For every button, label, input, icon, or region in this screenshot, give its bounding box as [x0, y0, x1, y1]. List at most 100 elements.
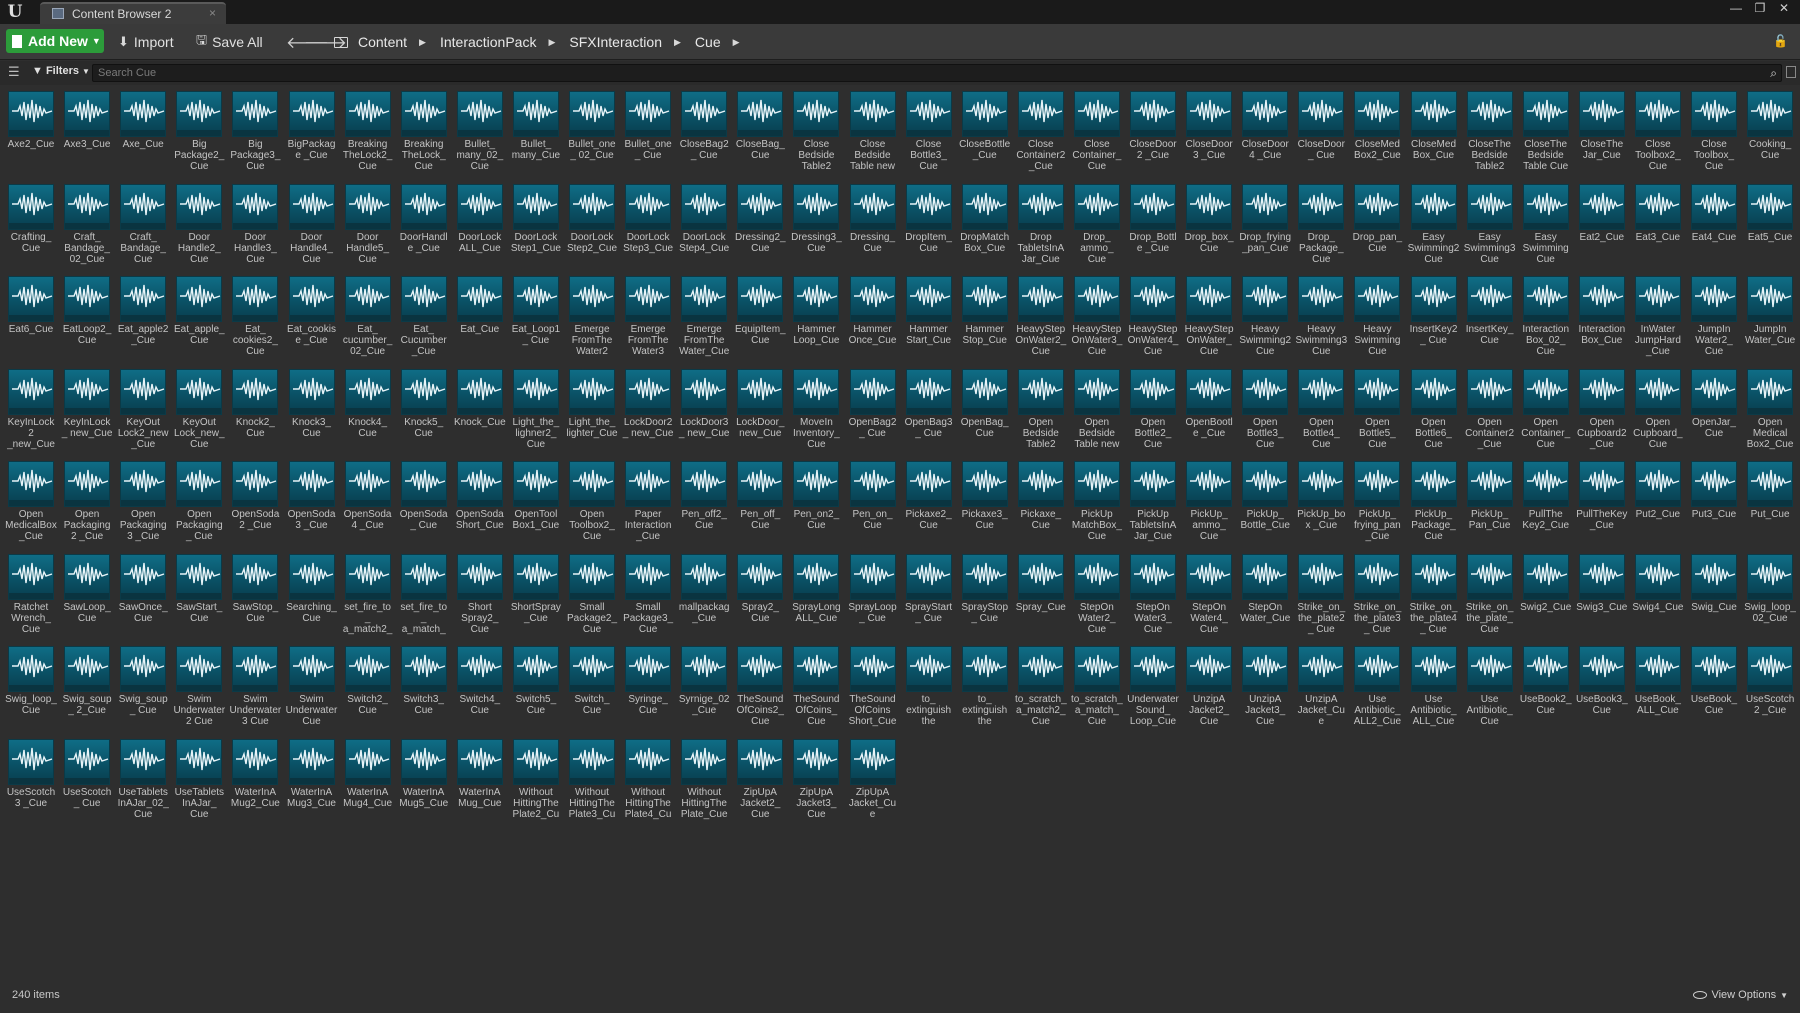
asset-tile[interactable]: PickUp MatchBox_ Cue [1072, 461, 1122, 543]
asset-tile[interactable]: WaterInA Mug2_Cue [230, 738, 280, 821]
asset-tile[interactable]: StepOn Water4_ Cue [1184, 553, 1234, 636]
asset-tile[interactable]: Bullet_one_ 02_Cue [567, 91, 617, 173]
asset-tile[interactable]: Heavy Swimming Cue [1352, 276, 1402, 358]
asset-tile[interactable]: ZipUpA Jacket2_ Cue [735, 738, 785, 821]
minimize-button[interactable]: — [1726, 0, 1746, 16]
chevron-right-icon[interactable]: ▶ [419, 37, 426, 48]
asset-tile[interactable]: WaterInA Mug5_Cue [399, 738, 449, 821]
asset-tile[interactable]: Pen_off_ Cue [735, 461, 785, 543]
asset-tile[interactable]: Light_the_ lighter_Cue [566, 368, 618, 451]
asset-tile[interactable]: Knock3_ Cue [287, 368, 337, 451]
asset-tile[interactable]: WaterInA Mug3_Cue [287, 738, 337, 821]
asset-tile[interactable]: Drop_frying _pan_Cue [1239, 183, 1291, 266]
asset-tile[interactable]: DoorHandle _Cue [399, 183, 449, 266]
asset-tile[interactable]: TheSound OfCoins Short_Cue [848, 646, 898, 728]
asset-tile[interactable]: Pen_on2_ Cue [791, 461, 841, 543]
asset-tile[interactable]: Eat_apple_ Cue [174, 276, 225, 358]
import-button[interactable]: ⬇ Import [118, 32, 174, 52]
asset-tile[interactable]: CloseMed Box2_Cue [1352, 91, 1402, 173]
asset-tile[interactable]: HeavyStep OnWater2_ Cue [1015, 276, 1066, 358]
asset-tile[interactable]: Easy Swimming3 Cue [1464, 183, 1515, 266]
asset-tile[interactable]: WaterInA Mug_Cue [455, 738, 505, 821]
asset-tile[interactable]: Hammer Loop_Cue [791, 276, 841, 358]
asset-tile[interactable]: DoorLock Step4_Cue [679, 183, 729, 266]
asset-tile[interactable]: Pickaxe2_ Cue [904, 461, 954, 543]
asset-tile[interactable]: Switch4_ Cue [455, 646, 505, 728]
search-input[interactable]: Search Cue ⌕ [92, 64, 1782, 82]
asset-tile[interactable]: Interaction Box_02_ Cue [1521, 276, 1571, 358]
asset-tile[interactable]: Close Container2 _Cue [1016, 91, 1066, 173]
asset-tile[interactable]: InsertKey2_ Cue [1409, 276, 1459, 358]
asset-tile[interactable]: StepOn Water_Cue [1240, 553, 1290, 636]
asset-tile[interactable]: Eat5_Cue [1745, 183, 1795, 266]
asset-tile[interactable]: Small Package2_ Cue [567, 553, 617, 636]
asset-tile[interactable]: Emerge FromThe Water2 [567, 276, 617, 358]
asset-tile[interactable]: PickUp_ Pan_Cue [1465, 461, 1515, 543]
asset-tile[interactable]: KeyInLock_ new_Cue [62, 368, 112, 451]
asset-tile[interactable]: DoorLock Step2_Cue [567, 183, 617, 266]
asset-tile[interactable]: Swig_loop_ Cue [5, 646, 57, 728]
asset-tile[interactable]: SprayLoop_ Cue [848, 553, 898, 636]
asset-tile[interactable]: UseBook3_ Cue [1576, 646, 1628, 728]
asset-tile[interactable]: CloseMed Box_Cue [1409, 91, 1459, 173]
asset-tile[interactable]: LockDoor2_ new_Cue [623, 368, 673, 451]
close-window-button[interactable]: ✕ [1774, 0, 1794, 16]
asset-tile[interactable]: Searching_ Cue [286, 553, 337, 636]
asset-tile[interactable]: CloseDoor2 _Cue [1128, 91, 1178, 173]
folder-icon[interactable] [334, 36, 348, 48]
chevron-right-icon[interactable]: ▶ [674, 37, 681, 48]
asset-tile[interactable]: Drop_Bottle _Cue [1128, 183, 1178, 266]
asset-tile[interactable]: PickUp_box _Cue [1296, 461, 1346, 543]
asset-tile[interactable]: Pen_on_ Cue [848, 461, 898, 543]
asset-tile[interactable]: OpenSoda Short_Cue [455, 461, 505, 543]
asset-tile[interactable]: Open Bottle4_ Cue [1296, 368, 1346, 451]
asset-tile[interactable]: Open Bottle6_ Cue [1409, 368, 1459, 451]
asset-tile[interactable]: TheSound OfCoins2_ Cue [735, 646, 785, 728]
asset-tile[interactable]: Open Packaging_ Cue [174, 461, 224, 543]
asset-tile[interactable]: PickUp TabletsInA Jar_Cue [1128, 461, 1178, 543]
add-new-button[interactable]: Add New ▼ [6, 29, 104, 53]
asset-tile[interactable]: Without HittingThe Plate2_Cue [511, 738, 561, 821]
asset-tile[interactable]: Spray2_ Cue [735, 553, 785, 636]
asset-tile[interactable]: Dressing2_ Cue [735, 183, 786, 266]
asset-tile[interactable]: Swig4_Cue [1632, 553, 1683, 636]
asset-tile[interactable]: Without HittingThe Plate3_Cue [567, 738, 617, 821]
asset-tile[interactable]: PickUp_ ammo_ Cue [1184, 461, 1234, 543]
asset-tile[interactable]: Dressing_ Cue [848, 183, 898, 266]
asset-tile[interactable]: CloseThe Bedside Table Cue [1521, 91, 1571, 173]
asset-tile[interactable]: Switch5_ Cue [511, 646, 561, 728]
asset-tile[interactable]: ZipUpA Jacket3_ Cue [791, 738, 841, 821]
asset-tile[interactable]: Swim Underwater Cue [286, 646, 337, 728]
asset-tile[interactable]: TheSound OfCoins_ Cue [791, 646, 841, 728]
tab-close-icon[interactable]: × [209, 6, 216, 20]
asset-tile[interactable]: Hammer Start_Cue [904, 276, 954, 358]
asset-tile[interactable]: OpenSoda_ Cue [399, 461, 449, 543]
asset-tile[interactable]: OpenSoda3 _Cue [287, 461, 337, 543]
asset-tile[interactable]: Knock2_ Cue [230, 368, 280, 451]
asset-tile[interactable]: Swig_loop_ 02_Cue [1744, 553, 1796, 636]
asset-tile[interactable]: Without HittingThe Plate4_Cue [623, 738, 673, 821]
asset-tile[interactable]: Drop TabletsInA Jar_Cue [1016, 183, 1066, 266]
asset-tile[interactable]: Put2_Cue [1633, 461, 1683, 543]
asset-tile[interactable]: Craft_ Bandage_ 02_Cue [62, 183, 112, 266]
asset-tile[interactable]: Eat_Cue [455, 276, 505, 358]
asset-tile[interactable]: Swim Underwater2 Cue [173, 646, 225, 728]
asset-tile[interactable]: CloseDoor4 _Cue [1240, 91, 1290, 173]
asset-tile[interactable]: SprayStop_ Cue [960, 553, 1010, 636]
asset-tile[interactable]: OpenBag_ Cue [960, 368, 1010, 451]
asset-tile[interactable]: KeyOut Lock2_new _Cue [118, 368, 168, 451]
asset-tile[interactable]: Use Antibiotic_ ALL2_Cue [1352, 646, 1402, 728]
asset-tile[interactable]: EquipItem_ Cue [735, 276, 786, 358]
asset-tile[interactable]: HeavyStep OnWater4_ Cue [1128, 276, 1178, 358]
asset-tile[interactable]: OpenSoda2 _Cue [230, 461, 280, 543]
asset-tile[interactable]: Dressing3_ Cue [791, 183, 842, 266]
asset-tile[interactable]: Cooking_ Cue [1745, 91, 1795, 173]
asset-tile[interactable]: Open Cupboard2 _Cue [1577, 368, 1627, 451]
asset-tile[interactable]: PullThe Key2_Cue [1521, 461, 1571, 543]
asset-tile[interactable]: SprayLong ALL_Cue [791, 553, 841, 636]
asset-tile[interactable]: CloseDoor3 _Cue [1184, 91, 1234, 173]
breadcrumb-interactionpack[interactable]: InteractionPack [440, 34, 537, 50]
asset-tile[interactable]: Drop_pan_ Cue [1352, 183, 1402, 266]
asset-tile[interactable]: Pickaxe3_ Cue [960, 461, 1010, 543]
filters-button[interactable]: ▼ Filters ▼ [32, 65, 90, 77]
